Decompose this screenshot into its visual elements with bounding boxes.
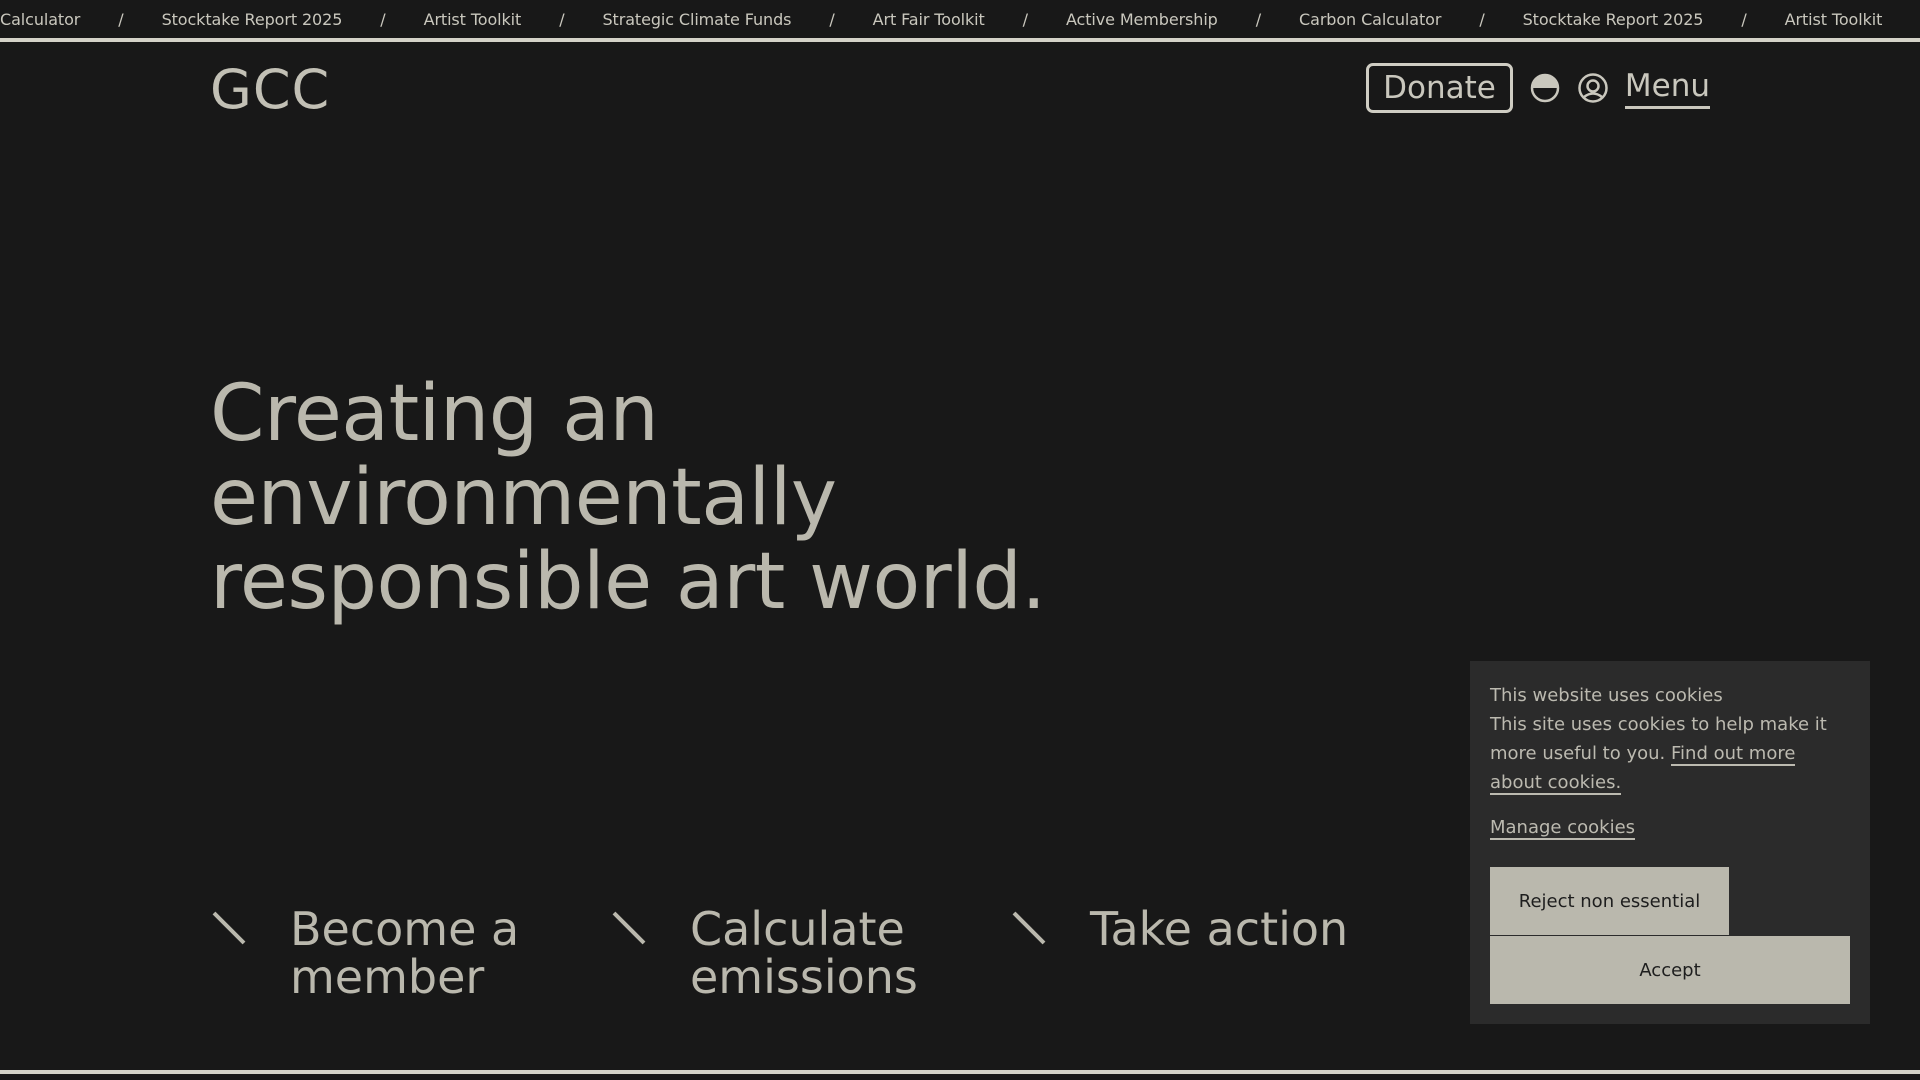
cta-take-action[interactable]: Take action: [1010, 905, 1410, 1001]
ticker-link[interactable]: Artist Toolkit: [1785, 10, 1883, 29]
arrow-down-right-icon: [210, 905, 290, 1001]
ticker-separator: /: [1479, 10, 1485, 29]
hero-title: Creating an environmentally responsible …: [210, 369, 1046, 627]
donate-button[interactable]: Donate: [1366, 63, 1513, 113]
ticker-link[interactable]: Art Fair Toolkit: [873, 10, 985, 29]
ticker-link[interactable]: Calculator: [0, 10, 80, 29]
footer-divider: [0, 1070, 1920, 1074]
cta-become-member[interactable]: Become a member: [210, 905, 610, 1001]
ticker-separator: /: [1741, 10, 1747, 29]
ticker-link[interactable]: Strategic Climate Funds: [603, 10, 792, 29]
arrow-down-right-icon: [1010, 905, 1090, 1001]
ticker-track: Calculator / Stocktake Report 2025 / Art…: [0, 10, 1882, 29]
ticker-link[interactable]: Stocktake Report 2025: [162, 10, 343, 29]
ticker-separator: /: [380, 10, 386, 29]
cookie-body: This site uses cookies to help make it m…: [1490, 710, 1850, 797]
at-sign-icon[interactable]: [1577, 72, 1609, 104]
ticker-separator: /: [559, 10, 565, 29]
ticker-separator: /: [118, 10, 124, 29]
reject-cookies-button[interactable]: Reject non essential: [1490, 867, 1729, 935]
announcement-ticker: Calculator / Stocktake Report 2025 / Art…: [0, 0, 1920, 42]
cookie-heading: This website uses cookies: [1490, 685, 1723, 706]
cta-list: Become a member Calculate emissions Take…: [210, 905, 1410, 1001]
ticker-separator: /: [1255, 10, 1262, 29]
site-logo[interactable]: GCC: [210, 58, 330, 121]
half-circle-icon[interactable]: [1529, 72, 1561, 104]
ticker-separator: /: [829, 10, 835, 29]
cookie-banner: This website uses cookies This site uses…: [1470, 661, 1870, 1024]
menu-button[interactable]: Menu: [1624, 68, 1710, 109]
accept-cookies-button[interactable]: Accept: [1490, 936, 1850, 1004]
ticker-link[interactable]: Artist Toolkit: [424, 10, 522, 29]
cta-label: Become a member: [290, 902, 520, 1004]
ticker-link[interactable]: Active Membership: [1066, 10, 1218, 29]
ticker-link[interactable]: Stocktake Report 2025: [1523, 10, 1704, 29]
cta-label: Calculate emissions: [690, 902, 918, 1004]
cta-calculate-emissions[interactable]: Calculate emissions: [610, 905, 1010, 1001]
header-actions: Donate Menu: [1366, 63, 1710, 113]
ticker-separator: /: [1022, 10, 1028, 29]
arrow-down-right-icon: [610, 905, 690, 1001]
cta-label: Take action: [1090, 902, 1349, 956]
ticker-link[interactable]: Carbon Calculator: [1299, 10, 1441, 29]
manage-cookies-link[interactable]: Manage cookies: [1490, 817, 1636, 840]
